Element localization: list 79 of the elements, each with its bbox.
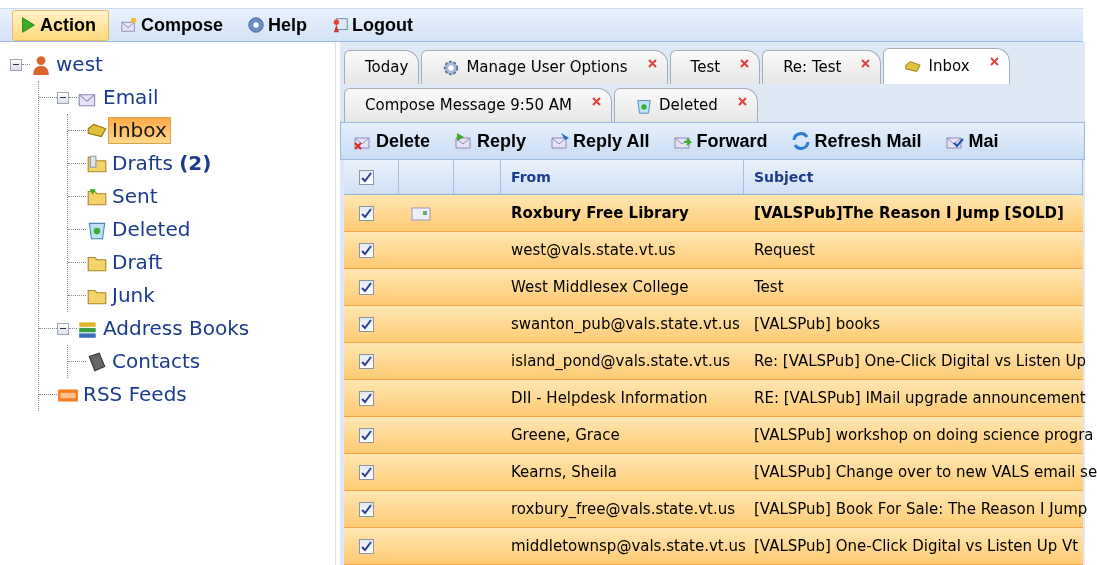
close-icon[interactable] <box>737 97 747 106</box>
tab[interactable]: Deleted <box>613 88 758 122</box>
tree-item[interactable]: Inbox <box>108 117 171 144</box>
tree-item[interactable]: Address Books <box>99 315 254 342</box>
tree-item[interactable]: Draft <box>108 249 167 276</box>
tree-item[interactable]: Sent <box>108 183 162 210</box>
menu-button[interactable]: Action <box>12 9 109 41</box>
collapse-toggle[interactable] <box>57 322 69 335</box>
sender-cell-text: DII - Helpdesk Information <box>510 389 708 407</box>
subject-cell-text: Request <box>753 241 815 259</box>
close-icon[interactable] <box>740 59 750 68</box>
reply-all-icon <box>550 131 571 151</box>
tab[interactable]: Today <box>344 50 420 84</box>
tree-item[interactable]: Deleted <box>108 216 195 243</box>
checkbox[interactable] <box>359 169 374 185</box>
tree-item[interactable]: RSS Feeds <box>79 381 191 408</box>
sender-cell-text: island_pond@vals.state.vt.us <box>510 352 731 370</box>
toolbar-button[interactable]: Reply <box>454 127 527 155</box>
checkbox[interactable] <box>359 427 374 443</box>
tree-item[interactable]: Drafts (2) <box>108 150 216 177</box>
tab[interactable]: Test <box>669 50 761 84</box>
checkbox[interactable] <box>359 242 374 258</box>
tab[interactable]: Compose Message 9:50 AM <box>344 88 612 122</box>
toolbar-button[interactable]: Reply All <box>550 127 650 155</box>
column-header[interactable]: Subject <box>744 166 814 188</box>
tree-item[interactable]: west <box>52 51 107 78</box>
tree-item[interactable]: Contacts <box>108 348 205 375</box>
subject-cell-text: RE: [VALSPub] IMail upgrade announcement <box>753 389 1086 407</box>
subject-cell-text: [VALSPub] books <box>753 315 881 333</box>
refresh-icon <box>791 131 812 151</box>
subject-cell-text: Re: [VALSPub] One-Click Digital vs Listen Up <box>753 352 1087 370</box>
checkbox[interactable] <box>359 501 374 517</box>
help-icon <box>247 16 265 34</box>
menu-button[interactable]: Compose <box>113 9 236 41</box>
close-icon[interactable] <box>647 59 657 68</box>
checkbox[interactable] <box>359 538 374 554</box>
close-icon[interactable] <box>591 97 601 106</box>
toolbar-button[interactable]: Mai <box>945 127 999 155</box>
checkbox[interactable] <box>359 464 374 480</box>
user-icon <box>30 53 52 76</box>
sender-cell-text: swanton_pub@vals.state.vt.us <box>510 315 740 333</box>
column-header[interactable]: From <box>501 166 551 188</box>
close-icon[interactable] <box>989 57 999 66</box>
close-icon[interactable] <box>861 59 871 68</box>
book-icon <box>86 350 108 373</box>
menu-button[interactable]: Logout <box>324 9 426 41</box>
checkbox[interactable] <box>359 390 374 406</box>
tab[interactable]: Inbox <box>883 48 1010 84</box>
logout-icon <box>331 16 350 34</box>
collapse-toggle[interactable] <box>57 91 69 104</box>
play-icon <box>19 16 37 34</box>
collapse-toggle[interactable] <box>10 58 22 71</box>
tree-item[interactable]: Email <box>99 84 163 111</box>
subject-cell-text: [VALSPub] One-Click Digital vs Listen Up Vt <box>753 537 1079 555</box>
subject-cell-text: [VALSPub]The Reason I Jump [SOLD] <box>753 204 1064 222</box>
tree-item[interactable]: Junk <box>108 282 159 309</box>
checkbox[interactable] <box>359 205 374 221</box>
sender-cell-text: Greene, Grace <box>510 426 620 444</box>
sender-cell-text: middletownsp@vals.state.vt.us <box>510 537 746 555</box>
toolbar-button[interactable]: Refresh Mail <box>791 127 922 155</box>
tab[interactable]: Manage User Options <box>421 50 668 84</box>
sender-cell-text: West Middlesex College <box>510 278 689 296</box>
subject-cell-text: Test <box>753 278 784 296</box>
tab[interactable]: Re: Test <box>762 50 882 84</box>
gear-icon <box>442 58 461 77</box>
toolbar-button[interactable]: Delete <box>353 127 431 155</box>
subject-cell-text: [VALSPub] Change over to new VALS email se <box>753 463 1097 481</box>
subject-cell-text: [VALSPub] workshop on doing science progra <box>753 426 1094 444</box>
envelope-icon <box>120 16 138 34</box>
sender-cell-text: Kearns, Sheila <box>510 463 618 481</box>
checkbox[interactable] <box>359 279 374 295</box>
menu-button[interactable]: Help <box>240 9 321 41</box>
toolbar-button[interactable]: Forward <box>673 127 768 155</box>
sender-cell-text: Roxbury Free Library <box>510 204 689 222</box>
sender-cell-text: west@vals.state.vt.us <box>510 241 676 259</box>
checkbox[interactable] <box>359 316 374 332</box>
sender-cell-text: roxbury_free@vals.state.vt.us <box>510 500 735 518</box>
subject-cell-text: [VALSPub] Book For Sale: The Reason I Jump <box>753 500 1088 518</box>
checkbox[interactable] <box>359 353 374 369</box>
